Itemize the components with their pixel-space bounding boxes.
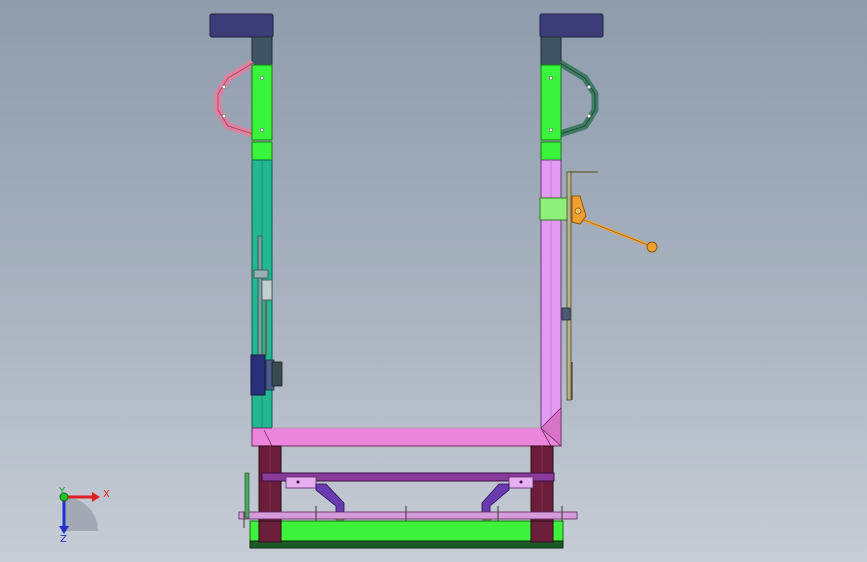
- base-crossbar: [251, 427, 562, 447]
- left-angled-link: [315, 483, 345, 516]
- left-column: [209, 13, 283, 447]
- left-slider-block: [285, 476, 317, 489]
- base-foot: [249, 520, 564, 543]
- right-column-upper-slate: [540, 36, 562, 66]
- axis-triad: X Y Z: [58, 486, 110, 545]
- lower-bar: [238, 511, 578, 520]
- lever-knob: [646, 241, 658, 253]
- z-axis-label: Z: [60, 534, 67, 545]
- frame-assembly-drawing: X Y Z: [58, 13, 658, 549]
- right-angled-link: [481, 483, 510, 516]
- right-top-cap: [539, 13, 604, 38]
- y-axis-label: Y: [58, 486, 66, 497]
- left-motor-block: [250, 354, 266, 396]
- left-collar: [251, 141, 273, 161]
- left-top-cap: [209, 13, 274, 38]
- cad-viewport[interactable]: X Y Z: [0, 0, 867, 562]
- right-collar: [540, 141, 562, 161]
- right-guide-rod: [566, 171, 572, 401]
- right-column: [539, 13, 658, 447]
- x-axis-label: X: [103, 489, 110, 500]
- base-frame: [251, 407, 562, 447]
- left-column-upper-slate: [251, 36, 273, 66]
- lower-chassis: [238, 445, 578, 549]
